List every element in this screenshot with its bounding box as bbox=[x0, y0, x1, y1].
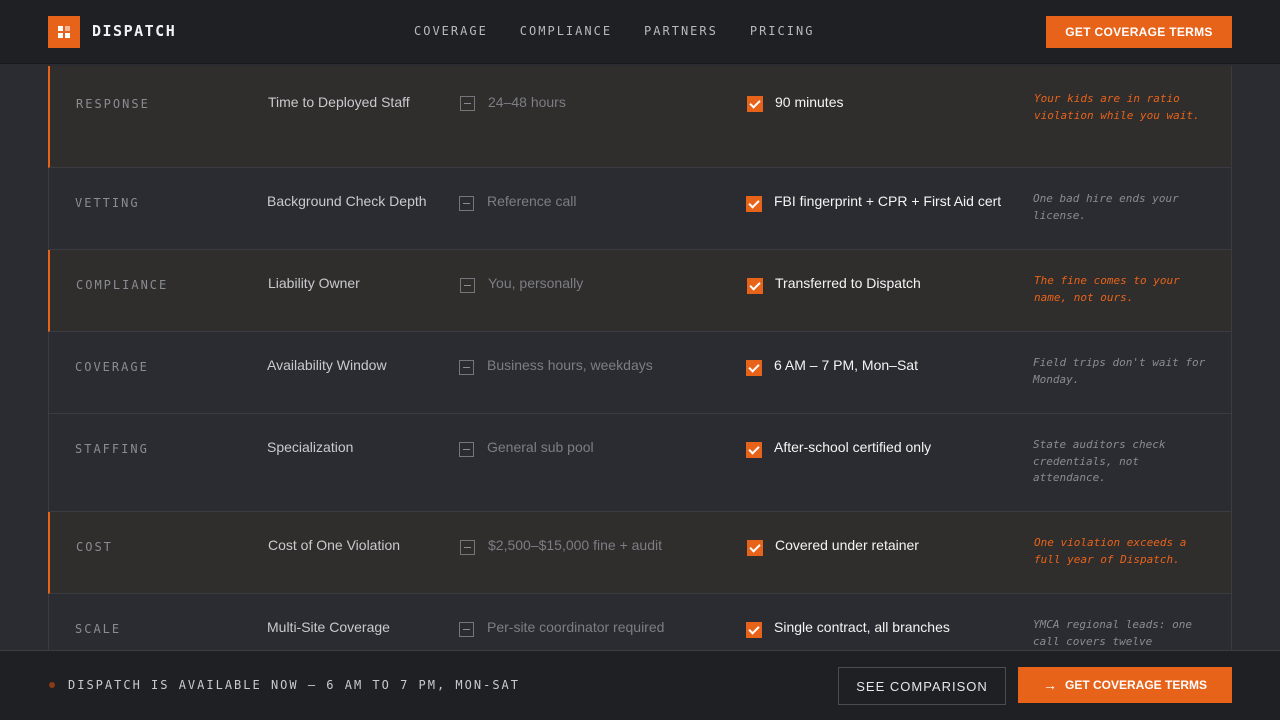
button-label: GET COVERAGE TERMS bbox=[1064, 678, 1207, 692]
row-note: One bad hire ends your license. bbox=[1033, 192, 1179, 222]
nav-link-compliance[interactable]: COMPLIANCE bbox=[520, 24, 612, 38]
brand-name[interactable]: DISPATCH bbox=[92, 22, 176, 40]
row-metric: Time to Deployed Staff bbox=[268, 94, 410, 110]
row-old-value: General sub pool bbox=[487, 439, 594, 455]
checkbox-minus-icon bbox=[460, 540, 475, 555]
checkbox-minus-icon bbox=[459, 622, 474, 637]
nav-link-pricing[interactable]: PRICING bbox=[750, 24, 815, 38]
table-row: COVERAGE Availability Window Business ho… bbox=[48, 332, 1232, 414]
checkbox-checked-icon bbox=[746, 360, 762, 376]
checkbox-checked-icon bbox=[747, 278, 763, 294]
row-old-value: You, personally bbox=[488, 275, 584, 291]
comparison-table: RESPONSE Time to Deployed Staff 24–48 ho… bbox=[48, 66, 1232, 676]
status-dot-icon bbox=[49, 682, 55, 688]
row-metric: Liability Owner bbox=[268, 275, 360, 291]
sticky-cta-bar: DISPATCH IS AVAILABLE NOW — 6 AM TO 7 PM… bbox=[0, 650, 1280, 720]
checkbox-checked-icon bbox=[746, 622, 762, 638]
row-category: STAFFING bbox=[75, 442, 149, 456]
row-old-value: Per-site coordinator required bbox=[487, 619, 665, 635]
row-new-value: Covered under retainer bbox=[775, 537, 919, 553]
row-category: COST bbox=[76, 540, 113, 554]
checkbox-minus-icon bbox=[460, 278, 475, 293]
arrow-right-icon: → bbox=[1042, 677, 1057, 693]
row-old-value: 24–48 hours bbox=[488, 94, 566, 110]
checkbox-checked-icon bbox=[747, 540, 763, 556]
row-metric: Cost of One Violation bbox=[268, 537, 401, 553]
row-note: YMCA regional leads: one call covers twe… bbox=[1033, 618, 1192, 648]
top-navbar: DISPATCH COVERAGE COMPLIANCE PARTNERS PR… bbox=[0, 0, 1280, 64]
main-nav: COVERAGE COMPLIANCE PARTNERS PRICING bbox=[414, 24, 846, 38]
checkbox-minus-icon bbox=[459, 442, 474, 457]
row-new-value: 6 AM – 7 PM, Mon–Sat bbox=[774, 357, 918, 373]
checkbox-minus-icon bbox=[459, 196, 474, 211]
table-row: RESPONSE Time to Deployed Staff 24–48 ho… bbox=[48, 66, 1232, 168]
get-coverage-terms-button[interactable]: GET COVERAGE TERMS bbox=[1046, 16, 1232, 48]
row-note: One violation exceeds a full year of Dis… bbox=[1034, 536, 1187, 566]
row-category: RESPONSE bbox=[76, 97, 150, 111]
row-note: Field trips don't wait for Monday. bbox=[1033, 356, 1206, 386]
row-old-value: Reference call bbox=[487, 193, 577, 209]
grid-logo-icon[interactable] bbox=[48, 16, 80, 48]
availability-status: DISPATCH IS AVAILABLE NOW — 6 AM TO 7 PM… bbox=[68, 678, 521, 692]
nav-link-coverage[interactable]: COVERAGE bbox=[414, 24, 488, 38]
row-metric: Background Check Depth bbox=[267, 193, 427, 209]
row-note: State auditors check credentials, not at… bbox=[1033, 438, 1166, 484]
row-note: The fine comes to your name, not ours. bbox=[1034, 274, 1180, 304]
checkbox-minus-icon bbox=[459, 360, 474, 375]
row-note: Your kids are in ratio violation while y… bbox=[1034, 92, 1200, 122]
see-comparison-button[interactable]: SEE COMPARISON bbox=[838, 667, 1006, 705]
checkbox-checked-icon bbox=[747, 96, 763, 112]
checkbox-checked-icon bbox=[746, 196, 762, 212]
table-row: VETTING Background Check Depth Reference… bbox=[48, 168, 1232, 250]
checkbox-checked-icon bbox=[746, 442, 762, 458]
table-row: STAFFING Specialization General sub pool… bbox=[48, 414, 1232, 512]
row-metric: Availability Window bbox=[267, 357, 387, 373]
row-new-value: FBI fingerprint + CPR + First Aid cert bbox=[774, 193, 1002, 209]
row-category: COVERAGE bbox=[75, 360, 149, 374]
table-row: COST Cost of One Violation $2,500–$15,00… bbox=[48, 512, 1232, 594]
table-row: COMPLIANCE Liability Owner You, personal… bbox=[48, 250, 1232, 332]
row-old-value: $2,500–$15,000 fine + audit bbox=[488, 537, 662, 553]
row-category: VETTING bbox=[75, 196, 140, 210]
row-metric: Specialization bbox=[267, 439, 354, 455]
row-new-value: Transferred to Dispatch bbox=[775, 275, 921, 291]
row-category: SCALE bbox=[75, 622, 122, 636]
checkbox-minus-icon bbox=[460, 96, 475, 111]
row-new-value: After-school certified only bbox=[774, 439, 932, 455]
row-old-value: Business hours, weekdays bbox=[487, 357, 653, 373]
row-metric: Multi-Site Coverage bbox=[267, 619, 390, 635]
nav-link-partners[interactable]: PARTNERS bbox=[644, 24, 718, 38]
row-new-value: 90 minutes bbox=[775, 94, 844, 110]
row-category: COMPLIANCE bbox=[76, 278, 169, 292]
row-new-value: Single contract, all branches bbox=[774, 619, 950, 635]
get-coverage-terms-footer-button[interactable]: → GET COVERAGE TERMS bbox=[1018, 667, 1232, 703]
